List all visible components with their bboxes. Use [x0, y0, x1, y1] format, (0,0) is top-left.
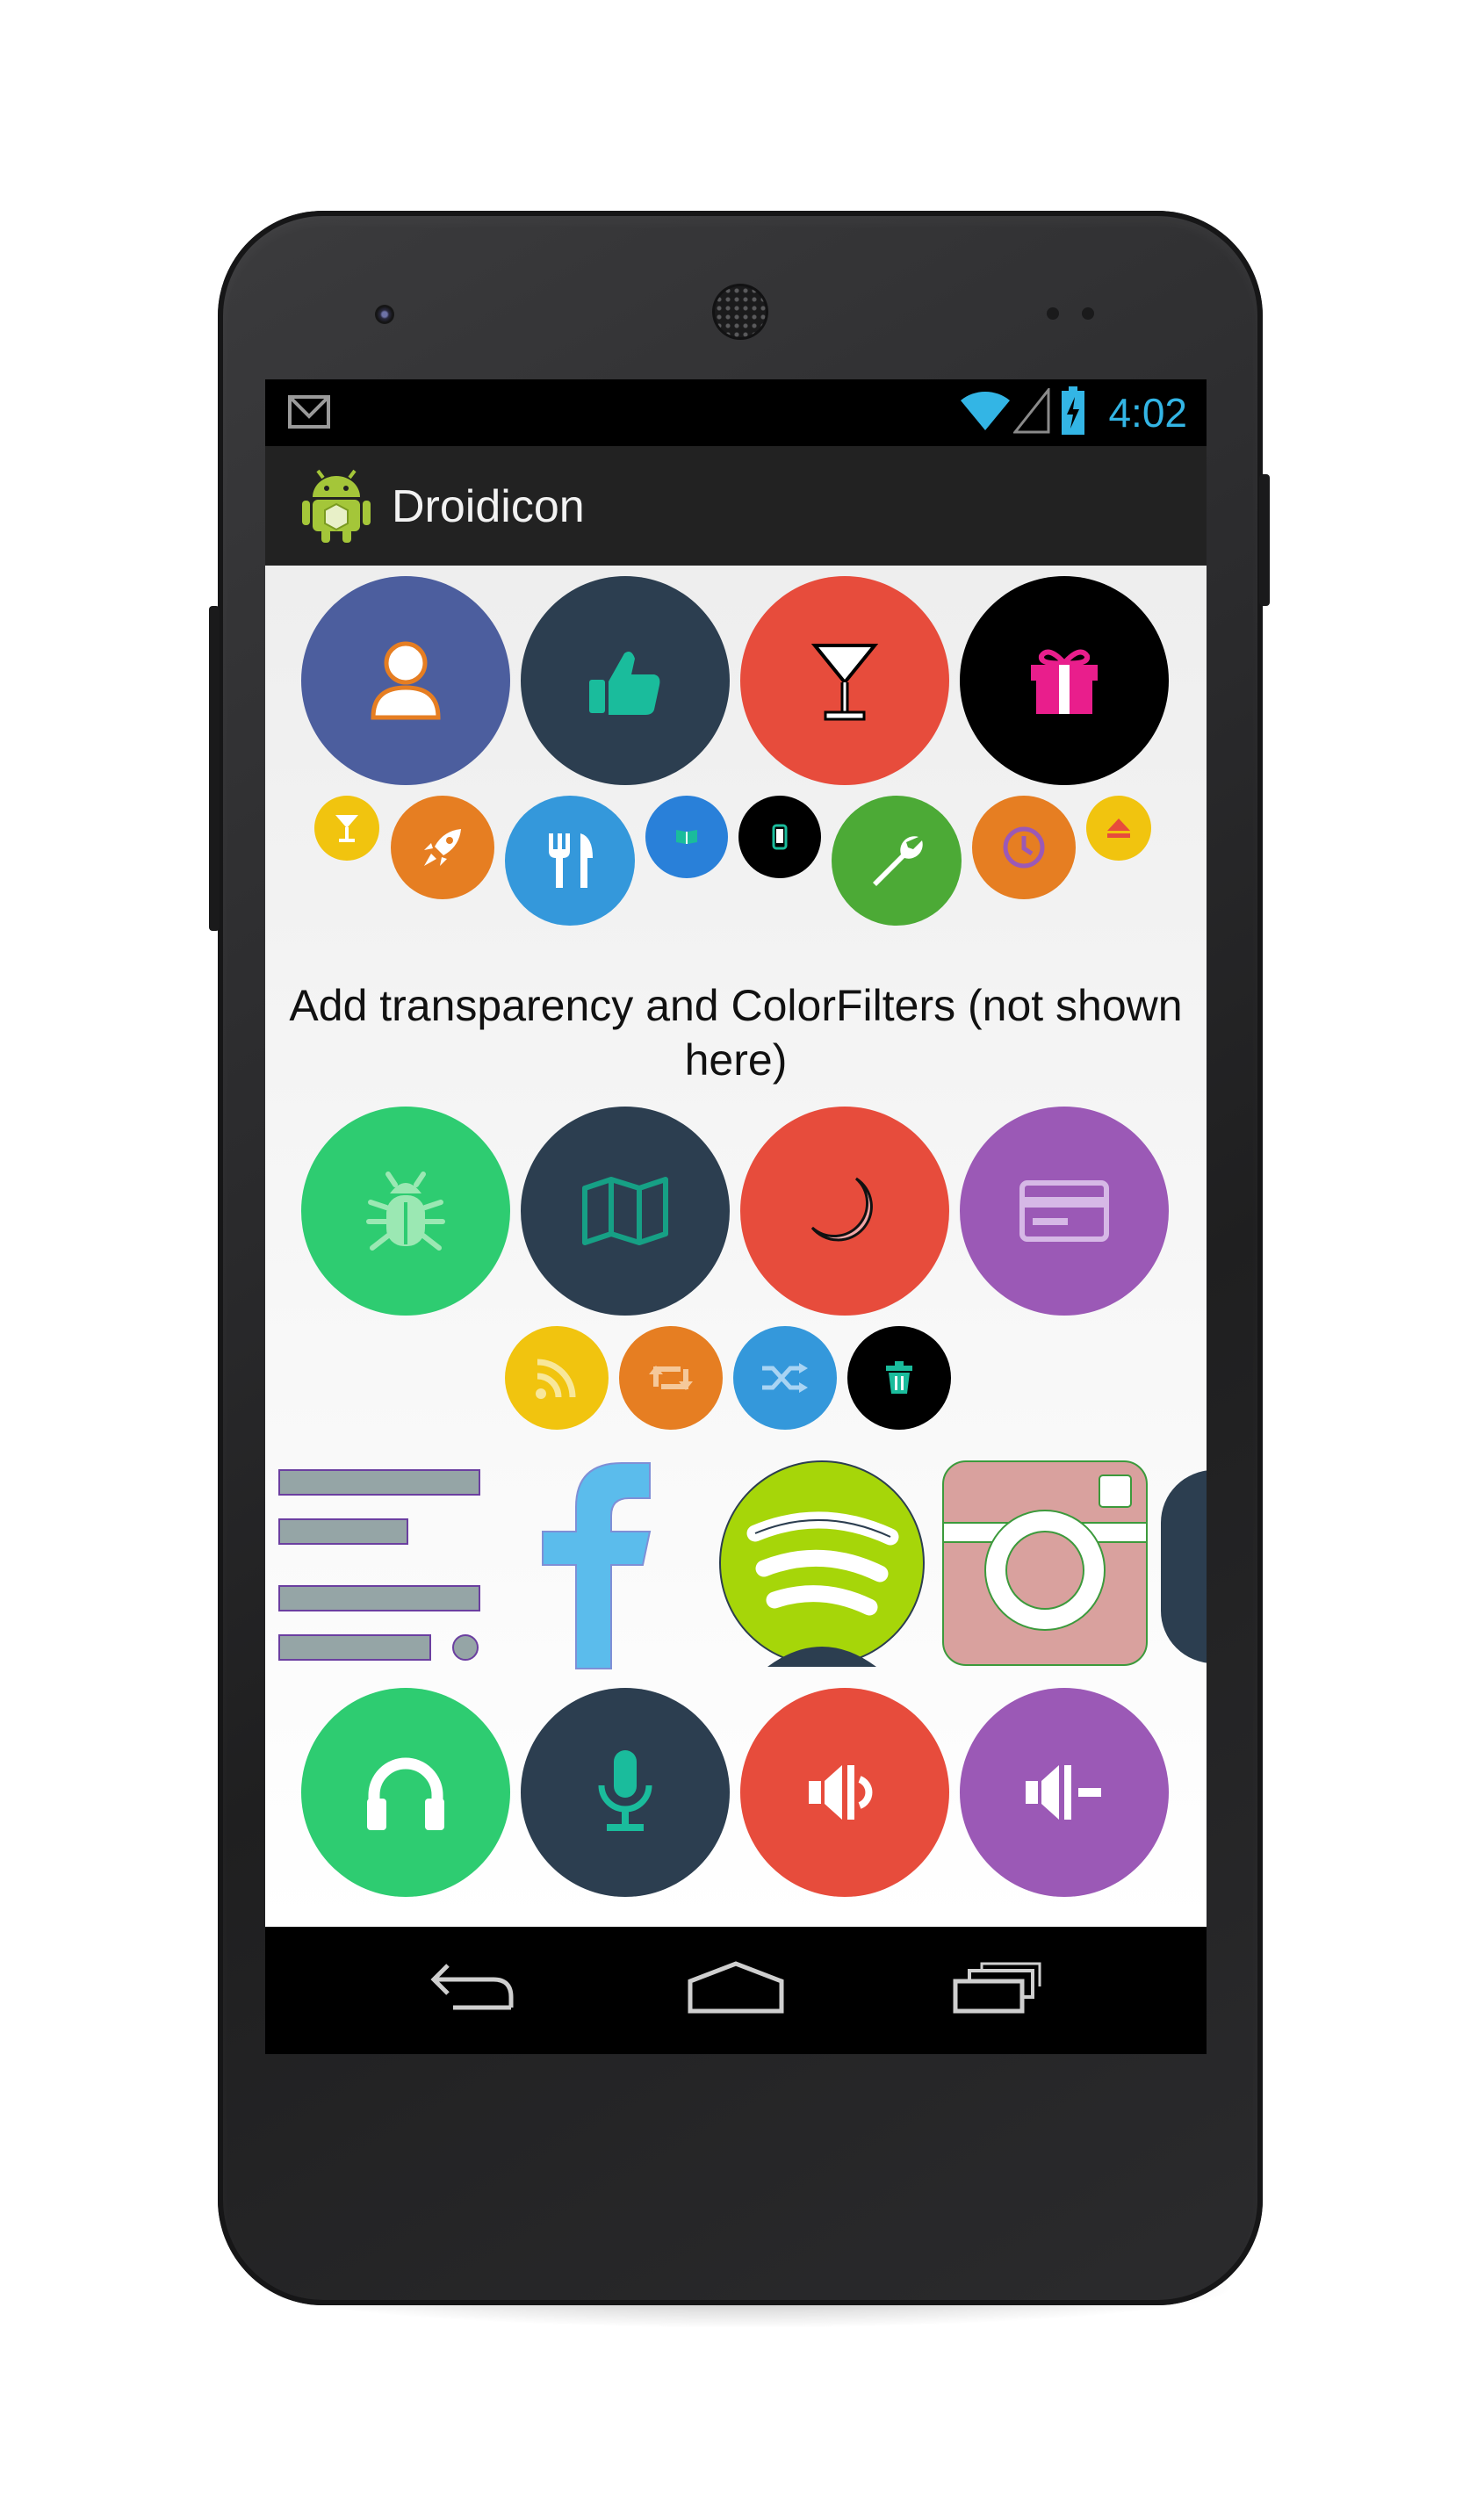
- back-icon[interactable]: [427, 1960, 518, 2017]
- thumbs-up-circle-icon[interactable]: [521, 576, 730, 785]
- map-circle-icon[interactable]: [521, 1107, 730, 1316]
- gift-circle-icon[interactable]: [960, 576, 1169, 785]
- wifi-icon: [959, 386, 1012, 436]
- navigation-bar: [265, 1927, 1207, 2054]
- phone-screen: 4:02 Droidicon Add transparency and Colo…: [265, 379, 1207, 2054]
- status-time: 4:02: [1108, 390, 1187, 436]
- book-icon[interactable]: [645, 796, 728, 878]
- icon-gallery: Add transparency and ColorFilters (not s…: [265, 566, 1207, 1927]
- instagram-icon[interactable]: [941, 1460, 1149, 1667]
- partial-circle-icon: [1161, 1470, 1207, 1663]
- clock-icon[interactable]: [972, 796, 1076, 899]
- credit-card-circle-icon[interactable]: [960, 1107, 1169, 1316]
- volume-button: [209, 606, 220, 931]
- trash-icon[interactable]: [847, 1326, 951, 1430]
- home-icon[interactable]: [687, 1960, 785, 2019]
- front-camera: [375, 305, 394, 324]
- mobile-icon[interactable]: [738, 796, 821, 878]
- android-robot-icon[interactable]: [302, 469, 371, 547]
- cocktail-small-icon[interactable]: [314, 796, 379, 861]
- rocket-icon[interactable]: [391, 796, 494, 899]
- earpiece-speaker: [715, 286, 766, 337]
- retweet-icon[interactable]: [619, 1326, 723, 1430]
- bug-circle-icon[interactable]: [301, 1107, 510, 1316]
- cocktail-circle-icon[interactable]: [740, 576, 949, 785]
- volume-down-circle-icon[interactable]: [960, 1688, 1169, 1897]
- moon-circle-icon[interactable]: [740, 1107, 949, 1316]
- power-button: [1259, 474, 1270, 606]
- signal-icon: [1012, 386, 1050, 438]
- user-circle-icon[interactable]: [301, 576, 510, 785]
- headphones-circle-icon[interactable]: [301, 1688, 510, 1897]
- light-sensor: [1082, 307, 1094, 320]
- shuffle-icon[interactable]: [733, 1326, 837, 1430]
- align-left-icon[interactable]: [277, 1460, 488, 1670]
- facebook-icon[interactable]: [534, 1460, 660, 1670]
- gmail-icon: [288, 395, 330, 433]
- spotify-icon[interactable]: [718, 1460, 926, 1667]
- status-bar: 4:02: [265, 379, 1207, 446]
- recent-apps-icon[interactable]: [952, 1960, 1043, 2019]
- cutlery-icon[interactable]: [505, 796, 635, 926]
- section-caption: Add transparency and ColorFilters (not s…: [289, 981, 1183, 1085]
- microphone-circle-icon[interactable]: [521, 1688, 730, 1897]
- app-title: Droidicon: [392, 481, 585, 532]
- wrench-icon[interactable]: [832, 796, 962, 926]
- volume-up-circle-icon[interactable]: [740, 1688, 949, 1897]
- eject-icon[interactable]: [1086, 796, 1151, 861]
- action-bar: Droidicon: [265, 446, 1207, 566]
- proximity-sensor: [1047, 307, 1059, 320]
- rss-icon[interactable]: [505, 1326, 609, 1430]
- battery-charging-icon: [1061, 386, 1085, 440]
